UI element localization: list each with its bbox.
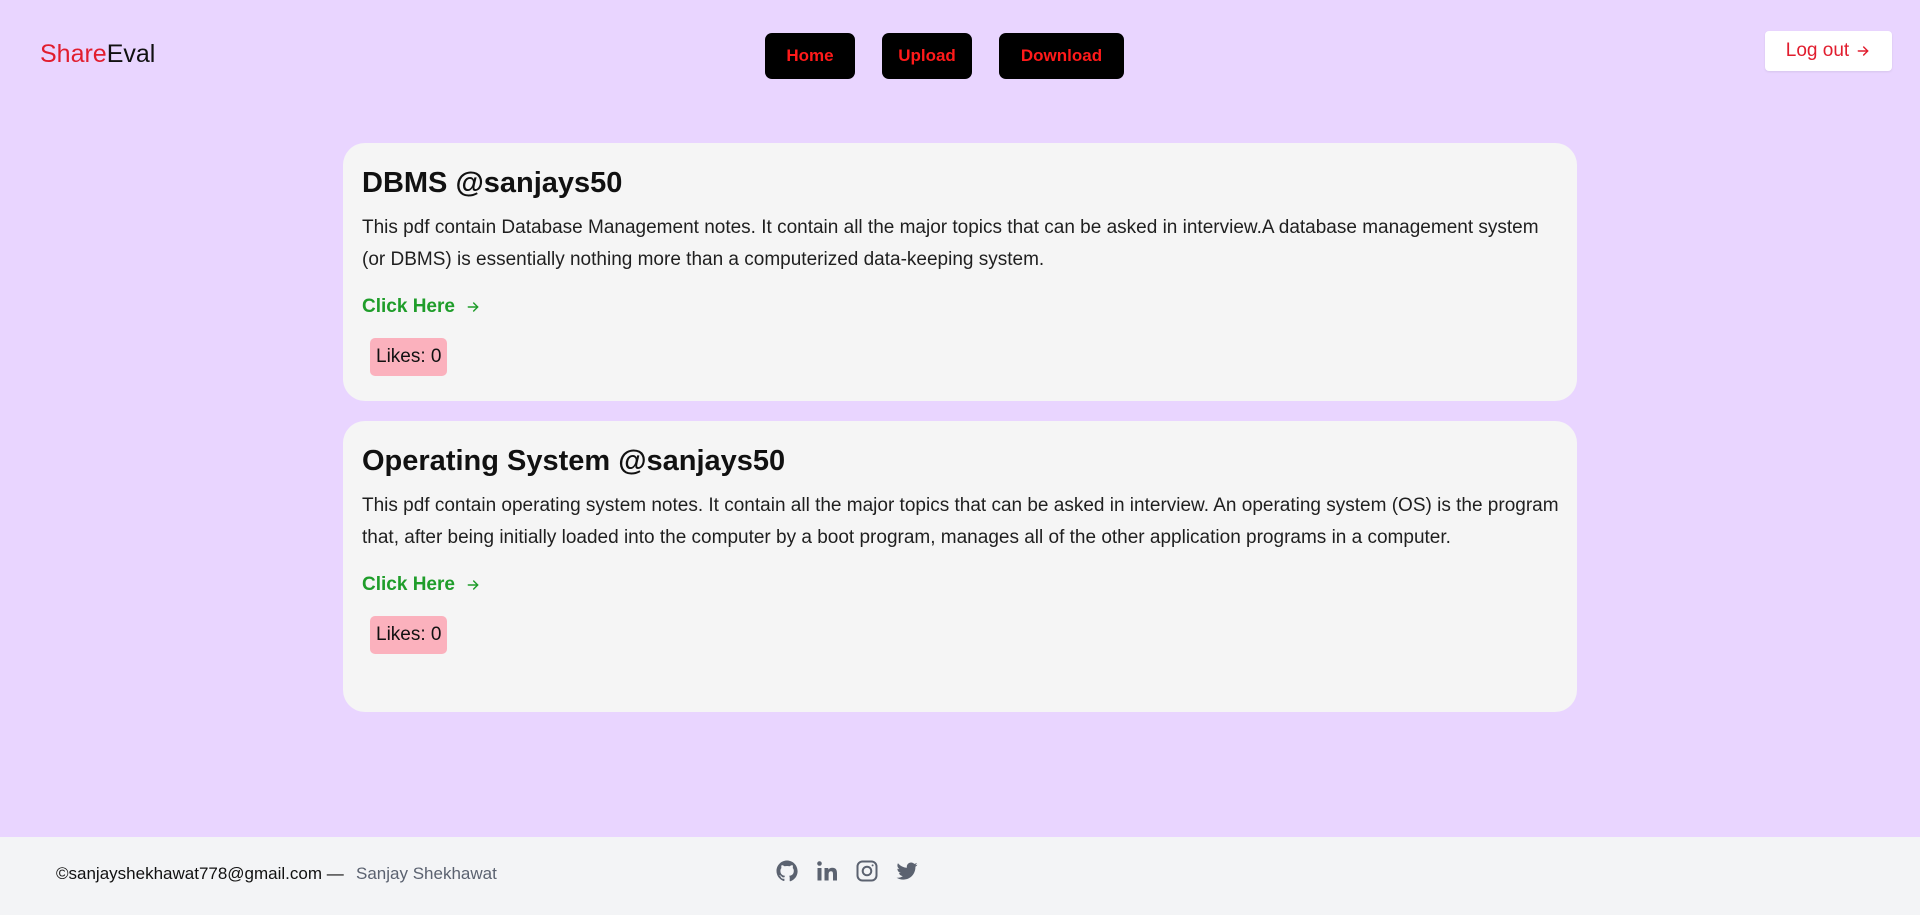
card-description: This pdf contain operating system notes.… [362,495,1559,548]
arrow-right-icon [1857,46,1869,56]
click-here-label: Click Here [362,296,455,317]
download-button[interactable]: Download [999,33,1124,79]
instagram-link[interactable] [855,859,879,883]
twitter-icon [896,862,918,880]
click-here-link[interactable]: Click Here [362,574,481,596]
note-card: DBMS @sanjays50 This pdf contain Databas… [343,143,1577,401]
card-title: Operating System @sanjays50 [362,445,786,477]
header: ShareEval Home Upload Download Log out [0,0,1920,110]
footer-email: ©sanjayshekhawat778@gmail.com — [56,864,344,883]
instagram-icon [856,860,878,882]
twitter-link[interactable] [895,859,919,883]
linkedin-link[interactable] [815,859,839,883]
card-title: DBMS @sanjays50 [362,167,623,199]
footer: ©sanjayshekhawat778@gmail.com — Sanjay S… [0,837,1920,915]
logout-label: Log out [1785,40,1850,61]
card-description: This pdf contain Database Management not… [362,217,1539,270]
main-nav: Home Upload Download [765,33,1124,79]
brand-share: Share [40,40,107,68]
github-icon [776,860,798,882]
arrow-right-icon [467,580,479,590]
footer-author[interactable]: Sanjay Shekhawat [356,864,497,884]
brand-eval: Eval [106,40,156,68]
click-here-label: Click Here [362,574,455,595]
social-links [775,859,919,883]
logout-button[interactable]: Log out [1765,31,1892,71]
linkedin-icon [817,861,837,881]
brand-logo[interactable]: ShareEval [40,39,155,69]
note-card: Operating System @sanjays50 This pdf con… [343,421,1577,712]
arrow-right-icon [467,302,479,312]
likes-badge[interactable]: Likes: 0 [370,338,448,376]
github-link[interactable] [775,859,799,883]
likes-badge[interactable]: Likes: 0 [370,616,448,654]
click-here-link[interactable]: Click Here [362,296,481,318]
home-button[interactable]: Home [765,33,855,79]
upload-button[interactable]: Upload [882,33,972,79]
